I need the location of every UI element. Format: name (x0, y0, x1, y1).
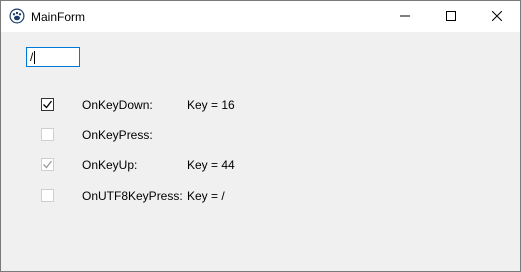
event-row-onkeyup: OnKeyUp: Key = 44 (1, 156, 520, 174)
minimize-button[interactable] (382, 1, 428, 32)
onkeyup-value: Key = 44 (187, 158, 235, 172)
onkeypress-label: OnKeyPress: (82, 128, 153, 142)
onkeyup-label: OnKeyUp: (82, 158, 138, 172)
onkeydown-checkbox[interactable] (41, 98, 54, 111)
title-bar[interactable]: MainForm (1, 1, 520, 32)
event-row-onkeypress: OnKeyPress: (1, 126, 520, 144)
checkmark-icon (43, 160, 53, 169)
close-button[interactable] (474, 1, 520, 32)
event-row-onutf8keypress: OnUTF8KeyPress: Key = / (1, 187, 520, 205)
onutf8keypress-value: Key = / (187, 189, 225, 203)
event-row-onkeydown: OnKeyDown: Key = 16 (1, 96, 520, 114)
maximize-icon (446, 10, 456, 24)
minimize-icon (400, 10, 410, 24)
window-title: MainForm (31, 10, 86, 24)
onutf8keypress-checkbox[interactable] (41, 189, 54, 202)
checkmark-icon (43, 100, 53, 109)
paw-icon (9, 8, 25, 24)
onkeypress-checkbox[interactable] (41, 128, 54, 141)
main-window: MainForm / OnKeyDown: Key = 16 OnKeyPres… (0, 0, 521, 272)
onkeydown-label: OnKeyDown: (82, 98, 153, 112)
key-input-text: / (30, 50, 34, 64)
close-icon (491, 10, 503, 24)
onkeyup-checkbox[interactable] (41, 158, 54, 171)
onutf8keypress-label: OnUTF8KeyPress: (82, 189, 183, 203)
text-caret (34, 51, 35, 64)
maximize-button[interactable] (428, 1, 474, 32)
key-input[interactable]: / (26, 47, 80, 67)
onkeydown-value: Key = 16 (187, 98, 235, 112)
